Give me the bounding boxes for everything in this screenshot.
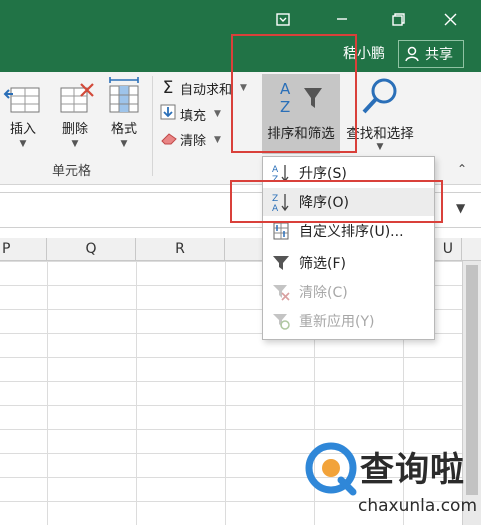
column-header-r[interactable]: R [136, 238, 225, 260]
menu-item-label: 自定义排序(U)... [299, 224, 404, 240]
cells-group-label: 单元格 [52, 164, 92, 179]
watermark-brand: 查询啦 [360, 450, 465, 490]
svg-text:A: A [272, 165, 279, 175]
menu-item-clear-filter[interactable]: 清除(C) [263, 278, 434, 306]
insert-label: 插入 [9, 122, 36, 137]
format-cells-button[interactable]: 格式 ▼ [101, 76, 147, 149]
menu-item-reapply[interactable]: 重新应用(Y) [263, 307, 434, 335]
watermark: 查询啦 chaxunla.com [305, 438, 481, 525]
column-header-q[interactable]: Q [47, 238, 136, 260]
chevron-down-icon: ▼ [71, 139, 79, 149]
fill-down-icon [160, 104, 176, 124]
menu-item-label: 筛选(F) [299, 256, 346, 272]
insert-cells-icon [0, 76, 46, 114]
person-icon [405, 46, 419, 62]
custom-sort-icon [263, 222, 299, 240]
delete-cells-icon [52, 76, 98, 114]
chevron-down-icon: ▼ [120, 139, 128, 149]
ribbon-display-icon [276, 12, 290, 26]
chevron-down-icon: ▼ [19, 139, 27, 149]
delete-cells-button[interactable]: 删除 ▼ [52, 76, 98, 149]
clear-button[interactable]: 清除 ▼ [160, 130, 221, 149]
clear-filter-icon [263, 283, 299, 301]
delete-label: 删除 [61, 122, 88, 137]
restore-icon [391, 12, 405, 26]
highlight-descending [230, 180, 443, 223]
eraser-icon [160, 131, 177, 149]
reapply-icon [263, 312, 299, 330]
expand-formula-bar-button[interactable]: ▼ [456, 201, 465, 215]
menu-item-label: 清除(C) [299, 285, 348, 301]
watermark-url: chaxunla.com [358, 496, 477, 516]
minimize-icon [337, 18, 347, 20]
format-label: 格式 [110, 122, 137, 137]
chevron-down-icon: ▼ [214, 134, 221, 145]
magnifier-icon [362, 78, 397, 114]
chevron-down-icon: ▼ [214, 109, 221, 119]
clear-label: 清除 [180, 134, 207, 149]
autosum-label: 自动求和 [180, 82, 233, 98]
collapse-ribbon-button[interactable]: ⌃ [457, 162, 467, 176]
minimize-button[interactable] [325, 6, 359, 32]
column-header-p[interactable]: P [0, 238, 47, 260]
format-cells-icon [101, 76, 147, 114]
sigma-icon: Σ [162, 78, 174, 98]
share-label: 共享 [425, 47, 453, 63]
watermark-logo-icon [305, 442, 357, 496]
close-icon [444, 13, 456, 25]
share-button[interactable]: 共享 [398, 40, 464, 68]
fill-button[interactable]: 填充 ▼ [160, 104, 221, 124]
filter-icon [263, 254, 299, 272]
close-window-button[interactable] [433, 6, 467, 32]
highlight-sort-filter [231, 34, 357, 153]
restore-button[interactable] [381, 6, 415, 32]
ribbon-display-options-button[interactable] [266, 6, 300, 32]
fill-label: 填充 [180, 108, 207, 124]
menu-item-filter[interactable]: 筛选(F) [263, 249, 434, 277]
group-separator [152, 76, 153, 176]
menu-item-label: 重新应用(Y) [299, 314, 375, 330]
insert-cells-button[interactable]: 插入 ▼ [0, 76, 46, 149]
